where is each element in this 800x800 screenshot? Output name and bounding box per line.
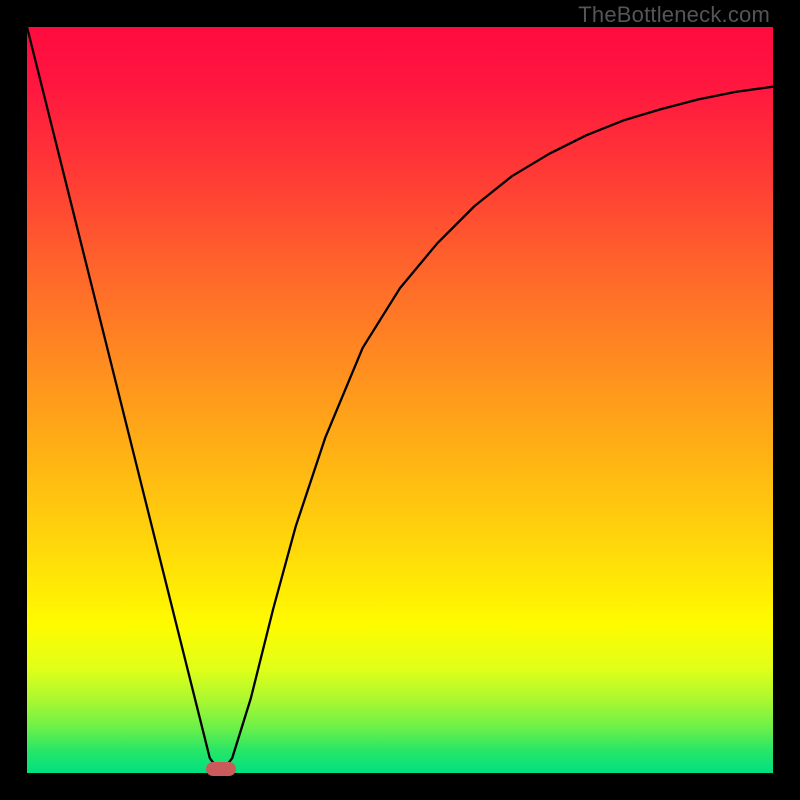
plot-area xyxy=(27,27,773,773)
optimum-marker xyxy=(206,762,236,776)
attribution-label: TheBottleneck.com xyxy=(578,2,770,28)
curve-path xyxy=(27,27,773,773)
bottleneck-curve xyxy=(27,27,773,773)
chart-frame: TheBottleneck.com xyxy=(0,0,800,800)
